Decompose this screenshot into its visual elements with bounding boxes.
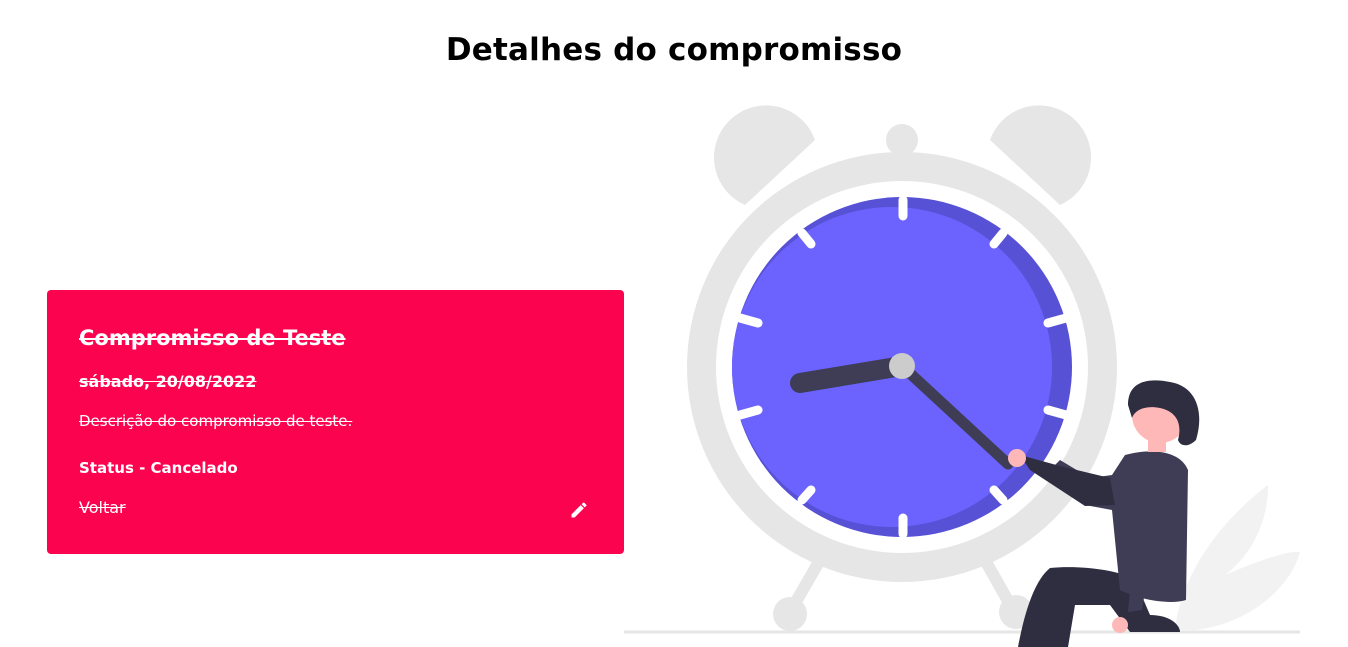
- appointment-card: Compromisso de Teste sábado, 20/08/2022 …: [47, 290, 624, 554]
- clock-foot-left: [773, 597, 807, 631]
- appointment-date: sábado, 20/08/2022: [79, 372, 257, 391]
- back-link[interactable]: Voltar: [79, 498, 126, 517]
- clock-top-knob: [886, 124, 918, 156]
- page: Detalhes do compromisso Compromisso de T…: [0, 0, 1348, 647]
- appointment-status: Status - Cancelado: [79, 459, 238, 477]
- page-title: Detalhes do compromisso: [445, 32, 903, 68]
- clock-center: [889, 353, 915, 379]
- clock-illustration: [624, 105, 1300, 647]
- pencil-icon: [571, 502, 587, 518]
- edit-button[interactable]: [566, 497, 592, 523]
- plant-leaves: [1175, 485, 1300, 630]
- appointment-title: Compromisso de Teste: [79, 326, 346, 350]
- appointment-description: Descrição do compromisso de teste.: [79, 412, 353, 430]
